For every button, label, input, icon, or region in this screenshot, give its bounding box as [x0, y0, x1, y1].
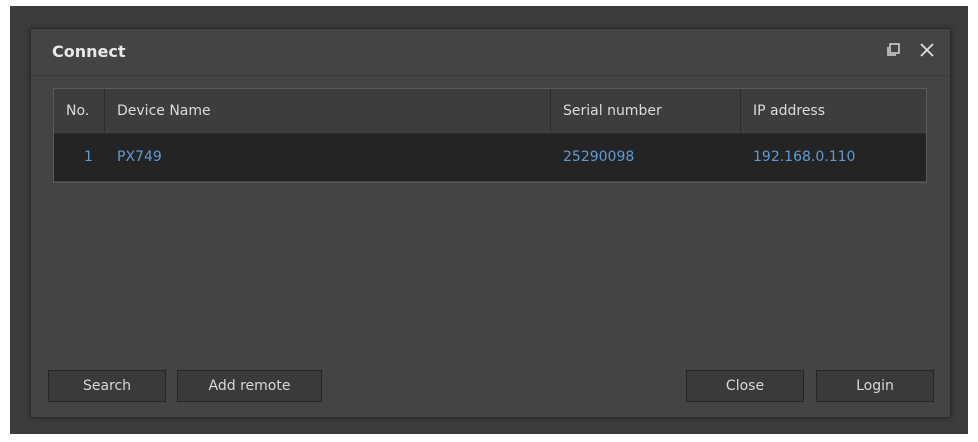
login-button[interactable]: Login: [816, 370, 934, 402]
column-header-device-name[interactable]: Device Name: [105, 89, 551, 133]
dialog-titlebar: Connect: [31, 29, 950, 76]
row-serial-number: 25290098: [563, 149, 635, 165]
dialog-title: Connect: [52, 42, 126, 61]
device-table: No. Device Name Serial number IP address…: [53, 88, 927, 183]
connect-dialog: Connect No. Device Name Serial number IP…: [30, 28, 951, 418]
row-ip-address: 192.168.0.110: [753, 149, 856, 165]
close-window-button[interactable]: [916, 39, 938, 61]
table-header: No. Device Name Serial number IP address: [54, 89, 926, 134]
add-remote-button[interactable]: Add remote: [177, 370, 322, 402]
column-header-serial-number[interactable]: Serial number: [551, 89, 741, 133]
search-button[interactable]: Search: [48, 370, 166, 402]
close-icon: [920, 43, 934, 57]
column-header-ip-address[interactable]: IP address: [741, 89, 926, 133]
restore-window-button[interactable]: [882, 39, 904, 61]
close-button[interactable]: Close: [686, 370, 804, 402]
row-device-name: PX749: [117, 149, 162, 165]
restore-window-icon: [887, 43, 900, 56]
table-row[interactable]: 1 PX749 25290098 192.168.0.110: [54, 134, 926, 181]
row-number: 1: [84, 149, 93, 165]
column-header-no[interactable]: No.: [54, 89, 105, 133]
